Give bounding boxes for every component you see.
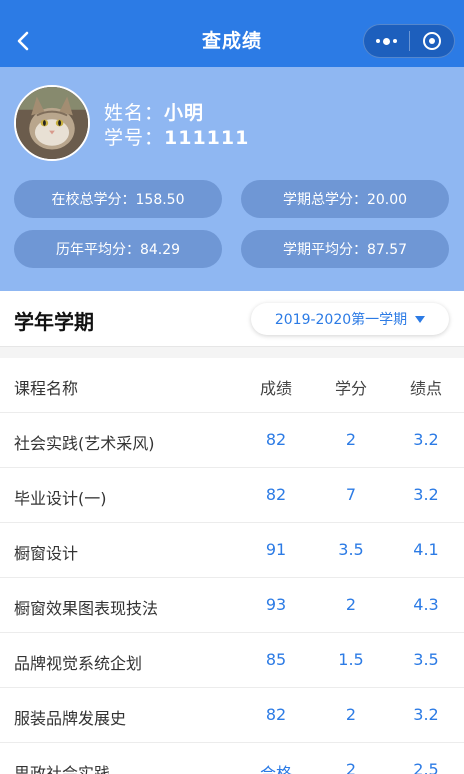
more-button[interactable] (364, 25, 409, 57)
table-row[interactable]: 社会实践(艺术采风) 82 2 3.2 (0, 413, 464, 468)
course-credit: 2 (345, 595, 357, 614)
name-label: 姓名： (104, 102, 165, 124)
course-credit: 3.5 (338, 540, 364, 559)
course-name: 社会实践(艺术采风) (14, 434, 155, 453)
course-credit: 1.5 (338, 650, 364, 669)
course-name: 毕业设计(一) (14, 489, 107, 508)
header-gpa: 绩点 (409, 379, 442, 398)
table-header: 课程名称 成绩 学分 绩点 (0, 358, 464, 413)
table-row[interactable]: 思政社会实践 合格 2 2.5 (0, 743, 464, 774)
course-score: 82 (265, 705, 287, 724)
course-gpa: 3.2 (413, 705, 439, 724)
overall-average-badge: 历年平均分：84.29 (14, 230, 222, 268)
section-divider (0, 347, 464, 358)
avatar (14, 85, 90, 161)
course-gpa: 3.5 (413, 650, 439, 669)
header-score: 成绩 (259, 379, 292, 398)
table-row[interactable]: 橱窗设计 91 3.5 4.1 (0, 523, 464, 578)
student-profile-panel: 姓名：小明 学号：111111 在校总学分：158.50 学期总学分：20.00… (0, 67, 464, 291)
course-credit: 2 (345, 705, 357, 724)
semester-average-badge: 学期平均分：87.57 (241, 230, 449, 268)
course-credit: 7 (345, 485, 357, 504)
course-gpa: 2.5 (413, 760, 439, 774)
id-value: 111111 (164, 127, 250, 149)
mini-program-capsule (363, 24, 455, 58)
semester-selector-bar: 学年学期 2019-2020第一学期 (0, 291, 464, 347)
course-name: 思政社会实践 (14, 764, 111, 774)
cat-photo-icon (16, 87, 88, 159)
course-score: 合格 (259, 764, 292, 774)
target-circle-icon (422, 32, 441, 50)
course-credit: 2 (345, 430, 357, 449)
header-course-name: 课程名称 (14, 379, 79, 398)
id-label: 学号： (104, 127, 165, 149)
course-name: 服装品牌发展史 (14, 709, 127, 728)
course-name: 橱窗设计 (14, 544, 79, 563)
course-gpa: 4.3 (413, 595, 439, 614)
semester-selected-value: 2019-2020第一学期 (274, 312, 408, 328)
course-gpa: 3.2 (413, 485, 439, 504)
table-row[interactable]: 品牌视觉系统企划 85 1.5 3.5 (0, 633, 464, 688)
course-score: 91 (265, 540, 287, 559)
course-score: 82 (265, 485, 287, 504)
semester-credits-badge: 学期总学分：20.00 (241, 180, 449, 218)
name-value: 小明 (164, 102, 205, 124)
header-credit: 学分 (334, 379, 367, 398)
student-id: 学号：111111 (104, 123, 249, 150)
table-row[interactable]: 橱窗效果图表现技法 93 2 4.3 (0, 578, 464, 633)
course-credit: 2 (345, 760, 357, 774)
course-name: 橱窗效果图表现技法 (14, 599, 159, 618)
more-dots-icon (375, 37, 397, 45)
table-row[interactable]: 毕业设计(一) 82 7 3.2 (0, 468, 464, 523)
grades-table: 课程名称 成绩 学分 绩点 社会实践(艺术采风) 82 2 3.2 毕业设计(一… (0, 358, 464, 774)
student-name: 姓名：小明 (104, 98, 204, 125)
caret-down-icon (415, 316, 426, 323)
course-gpa: 3.2 (413, 430, 439, 449)
semester-dropdown[interactable]: 2019-2020第一学期 (251, 303, 449, 335)
total-credits-badge: 在校总学分：158.50 (14, 180, 222, 218)
course-score: 85 (265, 650, 287, 669)
semester-label: 学年学期 (14, 310, 94, 334)
table-row[interactable]: 服装品牌发展史 82 2 3.2 (0, 688, 464, 743)
course-score: 82 (265, 430, 287, 449)
course-score: 93 (265, 595, 287, 614)
course-name: 品牌视觉系统企划 (14, 654, 143, 673)
course-gpa: 4.1 (413, 540, 439, 559)
close-button[interactable] (410, 25, 455, 57)
